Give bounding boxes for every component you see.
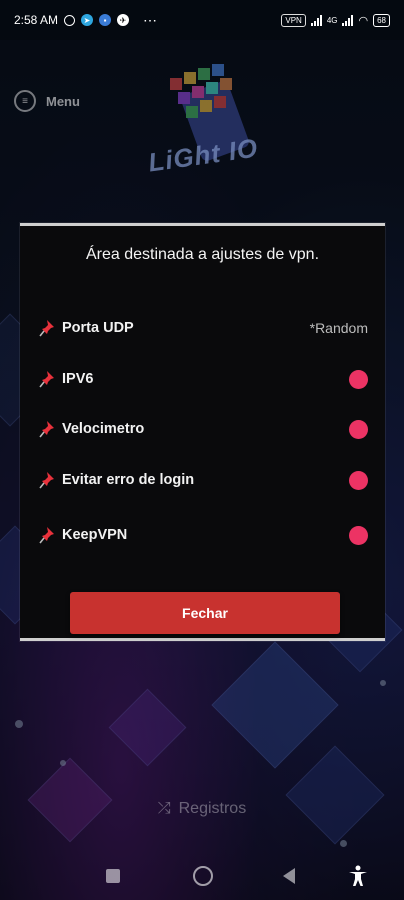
setting-row-keepvpn[interactable]: KeepVPN (38, 522, 368, 548)
network-type: 4G (326, 15, 338, 25)
dialog-title: Área destinada a ajustes de vpn. (85, 246, 320, 263)
keepvpn-toggle[interactable] (349, 525, 368, 545)
battery-icon: 68 (373, 13, 390, 27)
pushpin-icon (39, 371, 54, 388)
close-button[interactable]: Fechar (70, 592, 340, 634)
registros-label: Registros (178, 800, 247, 817)
setting-label: KeepVPN (62, 527, 128, 543)
setting-value: *Random (309, 320, 368, 336)
setting-label: Velocimetro (62, 421, 145, 437)
pushpin-icon (39, 472, 54, 489)
back-triangle-icon[interactable] (283, 868, 295, 884)
signal-icon (310, 14, 322, 26)
setting-row-evitar-erro-login[interactable]: Evitar erro de login (38, 467, 368, 493)
navigation-bar (0, 852, 404, 900)
velocimetro-toggle[interactable] (349, 419, 368, 439)
circle-icon[interactable] (193, 866, 213, 886)
menu-icon: ≡ (14, 90, 36, 112)
setting-row-ipv6[interactable]: IPV6 (38, 366, 368, 392)
vpn-badge: VPN (281, 13, 306, 27)
pushpin-icon (39, 421, 54, 438)
setting-row-velocimetro[interactable]: Velocimetro (38, 416, 368, 442)
more-notifications-icon: ⋯ (143, 11, 158, 28)
pushpin-icon (39, 527, 54, 544)
registros-button[interactable]: ⤮ Registros (0, 800, 404, 818)
status-bar: 2:58 AM ➤ ▪ ✈ ⋯ VPN 4G ◠ 68 (0, 0, 404, 40)
alarm-icon (64, 14, 76, 26)
vpn-settings-dialog: Área destinada a ajustes de vpn. Porta U… (20, 223, 385, 641)
menu-button[interactable]: ≡ Menu (14, 90, 80, 112)
setting-label: IPV6 (62, 371, 94, 387)
square-icon[interactable] (106, 869, 120, 883)
setting-row-porta-udp[interactable]: Porta UDP *Random (38, 315, 368, 341)
telegram-icon: ➤ (81, 14, 94, 26)
signal-icon-2 (342, 14, 354, 26)
wifi-icon: ◠ (358, 14, 369, 27)
setting-label: Porta UDP (62, 320, 134, 336)
evitar-erro-login-toggle[interactable] (349, 470, 368, 490)
shuffle-icon: ⤮ (157, 800, 171, 817)
menu-label: Menu (46, 93, 80, 109)
app-notification-icon: ✈ (117, 14, 130, 26)
ipv6-toggle[interactable] (349, 369, 368, 389)
status-time: 2:58 AM (14, 13, 59, 27)
message-icon: ▪ (99, 14, 112, 26)
pushpin-icon (39, 320, 54, 337)
accessibility-icon[interactable] (346, 864, 370, 888)
setting-label: Evitar erro de login (62, 472, 195, 488)
